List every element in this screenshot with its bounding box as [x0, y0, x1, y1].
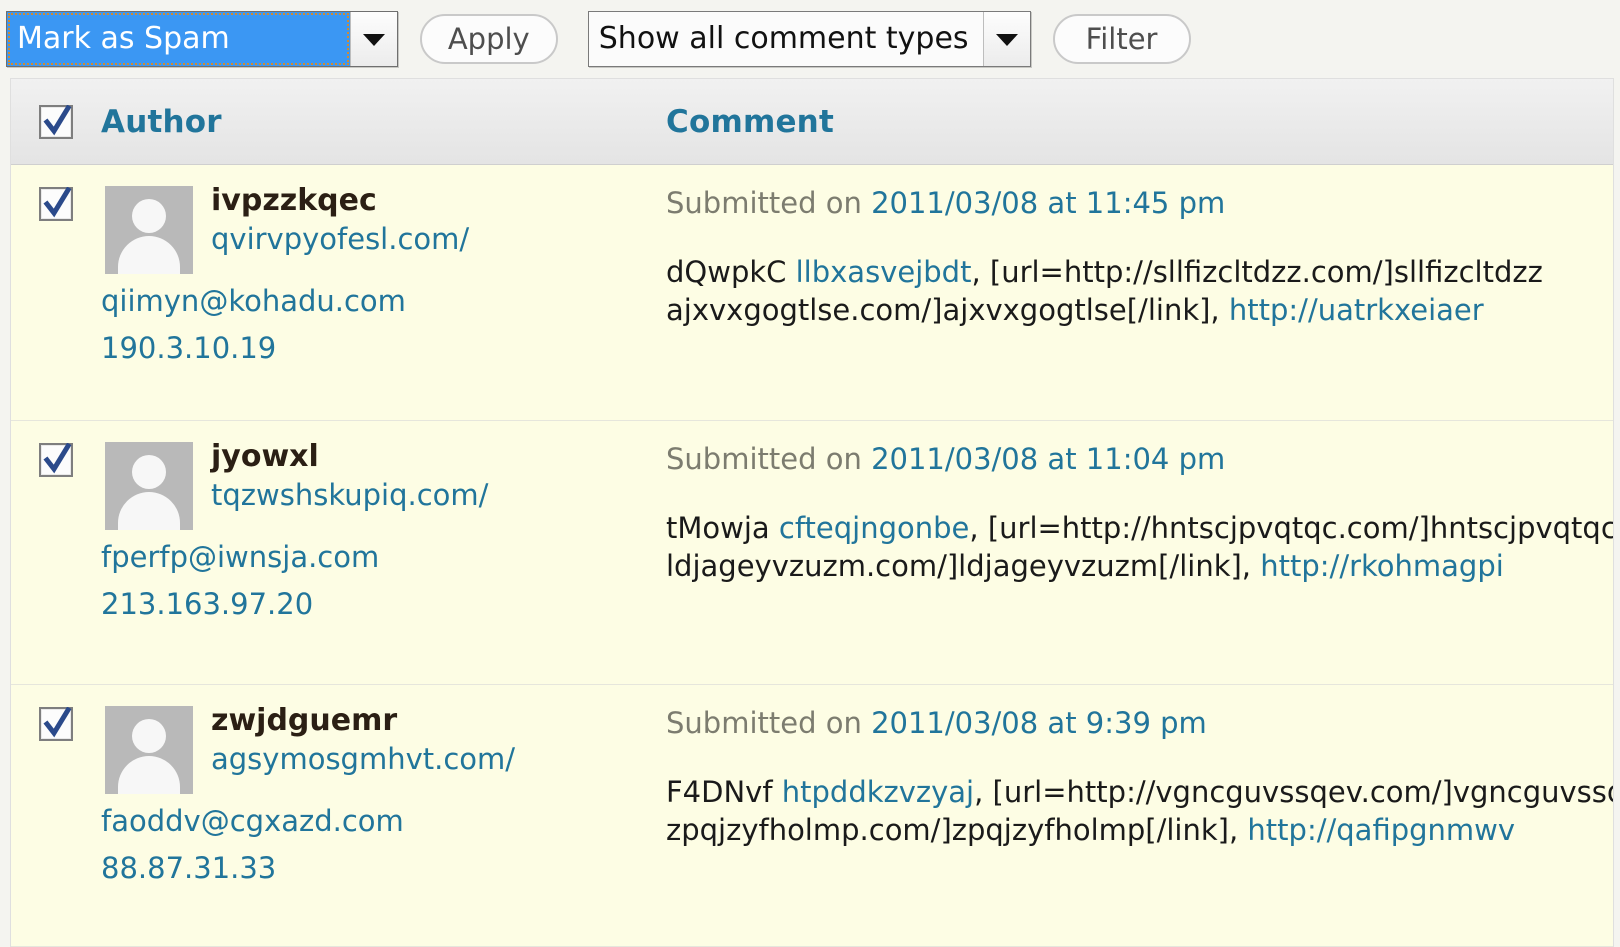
row-select-checkbox[interactable] — [39, 707, 73, 741]
row-select-checkbox[interactable] — [39, 187, 73, 221]
comment-inline-link[interactable]: llbxasvejbdt — [796, 255, 972, 289]
comment-plain-c: ajxvxgogtlse.com/]ajxvxgogtlse[/link], — [666, 292, 1229, 327]
row-select-checkbox[interactable] — [39, 443, 73, 477]
author-ip-link[interactable]: 190.3.10.19 — [101, 325, 666, 372]
comment-text-line-2: zpqjzyfholmp.com/]zpqjzyfholmp[/link], h… — [666, 811, 1613, 849]
submitted-line: Submitted on 2011/03/08 at 11:45 pm — [666, 185, 1613, 223]
comment-url-link[interactable]: http://uatrkxeiaer — [1229, 293, 1484, 327]
author-ip-link[interactable]: 213.163.97.20 — [101, 581, 666, 628]
comment-cell: Submitted on 2011/03/08 at 9:39 pm F4DNv… — [666, 685, 1613, 946]
column-header-comment[interactable]: Comment — [666, 104, 1613, 140]
row-checkbox-cell — [11, 421, 101, 684]
submitted-date-link[interactable]: 2011/03/08 at 11:04 pm — [871, 442, 1225, 476]
comment-plain-a: tMowja — [666, 510, 779, 545]
comment-type-select-value: Show all comment types — [598, 21, 969, 56]
column-header-author[interactable]: Author — [101, 104, 666, 140]
table-row: ivpzzkqec qvirvpyofesl.com/ qiimyn@kohad… — [11, 165, 1613, 421]
comment-url-link[interactable]: http://rkohmagpi — [1260, 549, 1504, 583]
comment-type-select[interactable]: Show all comment types — [587, 11, 1031, 67]
bulk-action-select[interactable]: Mark as Spam — [6, 11, 398, 67]
comment-plain-c: ldjageyvzuzm.com/]ldjageyvzuzm[/link], — [666, 548, 1261, 583]
avatar — [105, 186, 193, 274]
submitted-prefix: Submitted on — [666, 442, 872, 476]
comment-plain-a: dQwpkC — [666, 254, 796, 289]
select-all-checkbox[interactable] — [39, 104, 73, 139]
comment-text-line-1: F4DNvf htpddkzvzyaj, [url=http://vgncguv… — [666, 773, 1613, 811]
comment-text: tMowja cfteqjngonbe, [url=http://hntscjp… — [666, 509, 1613, 586]
avatar — [105, 706, 193, 794]
filter-button[interactable]: Filter — [1052, 14, 1191, 64]
author-cell: jyowxl tqzwshskupiq.com/ fperfp@iwnsja.c… — [101, 421, 666, 684]
author-email-link[interactable]: faoddv@cgxazd.com — [101, 798, 666, 845]
comment-inline-link[interactable]: htpddkzvzyaj — [782, 775, 974, 809]
comment-plain-b: , [url=http://hntscjpvqtqc.com/]hntscjpv… — [969, 510, 1613, 545]
comment-text-line-1: dQwpkC llbxasvejbdt, [url=http://sllfizc… — [666, 253, 1613, 291]
bulk-actions-toolbar: Mark as Spam Apply Show all comment type… — [0, 0, 1620, 78]
submitted-date-link[interactable]: 2011/03/08 at 9:39 pm — [871, 706, 1207, 740]
author-ip-link[interactable]: 88.87.31.33 — [101, 845, 666, 892]
author-email-link[interactable]: qiimyn@kohadu.com — [101, 278, 666, 325]
comment-cell: Submitted on 2011/03/08 at 11:45 pm dQwp… — [666, 165, 1613, 420]
submitted-date-link[interactable]: 2011/03/08 at 11:45 pm — [871, 186, 1225, 220]
submitted-line: Submitted on 2011/03/08 at 11:04 pm — [666, 441, 1613, 479]
comment-text-line-2: ajxvxgogtlse.com/]ajxvxgogtlse[/link], h… — [666, 291, 1613, 329]
select-all-checkbox-cell — [11, 104, 101, 139]
submitted-line: Submitted on 2011/03/08 at 9:39 pm — [666, 705, 1613, 743]
submitted-prefix: Submitted on — [666, 186, 872, 220]
bulk-action-select-value: Mark as Spam — [7, 12, 350, 66]
comment-text: F4DNvf htpddkzvzyaj, [url=http://vgncguv… — [666, 773, 1613, 850]
comment-plain-b: , [url=http://vgncguvssqev.com/]vgncguvs… — [974, 774, 1613, 809]
table-row: jyowxl tqzwshskupiq.com/ fperfp@iwnsja.c… — [11, 421, 1613, 685]
comment-inline-link[interactable]: cfteqjngonbe — [779, 511, 969, 545]
comments-table: Author Comment ivpzzkqec qvirvpyofesl.co… — [10, 78, 1614, 947]
comment-plain-b: , [url=http://sllfizcltdzz.com/]sllfizcl… — [971, 254, 1543, 289]
author-email-link[interactable]: fperfp@iwnsja.com — [101, 534, 666, 581]
author-cell: ivpzzkqec qvirvpyofesl.com/ qiimyn@kohad… — [101, 165, 666, 420]
table-header-row: Author Comment — [11, 79, 1613, 165]
chevron-down-icon[interactable] — [349, 12, 397, 66]
comment-text-line-2: ldjageyvzuzm.com/]ldjageyvzuzm[/link], h… — [666, 547, 1613, 585]
comment-url-link[interactable]: http://qafipgnmwv — [1247, 813, 1515, 847]
chevron-down-icon[interactable] — [982, 12, 1030, 66]
comment-plain-a: F4DNvf — [666, 774, 782, 809]
author-cell: zwjdguemr agsymosgmhvt.com/ faoddv@cgxaz… — [101, 685, 666, 946]
comment-text-line-1: tMowja cfteqjngonbe, [url=http://hntscjp… — [666, 509, 1613, 547]
avatar — [105, 442, 193, 530]
apply-button[interactable]: Apply — [419, 14, 558, 64]
comment-cell: Submitted on 2011/03/08 at 11:04 pm tMow… — [666, 421, 1613, 684]
comment-plain-c: zpqjzyfholmp.com/]zpqjzyfholmp[/link], — [666, 812, 1248, 847]
row-checkbox-cell — [11, 165, 101, 420]
table-row: zwjdguemr agsymosgmhvt.com/ faoddv@cgxaz… — [11, 685, 1613, 947]
submitted-prefix: Submitted on — [666, 706, 872, 740]
row-checkbox-cell — [11, 685, 101, 946]
comment-text: dQwpkC llbxasvejbdt, [url=http://sllfizc… — [666, 253, 1613, 330]
